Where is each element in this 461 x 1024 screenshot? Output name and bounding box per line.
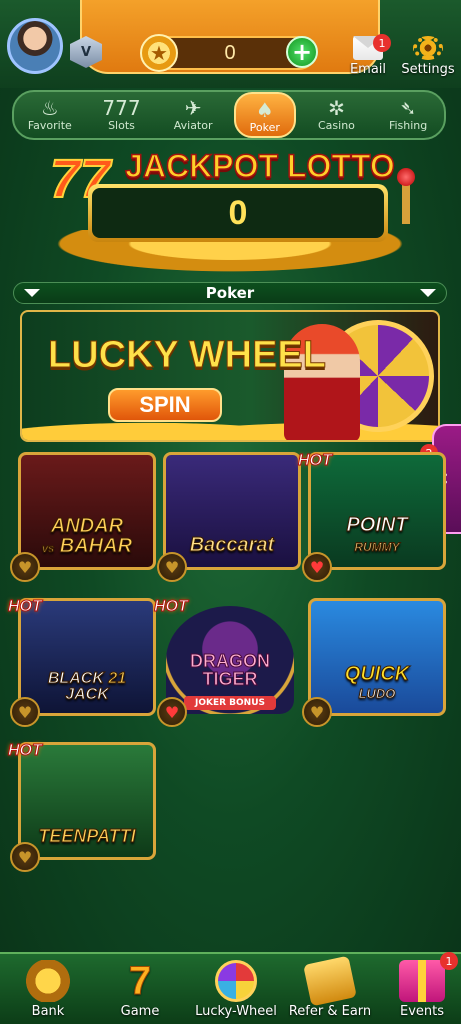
seven-icon: 7 <box>128 959 152 1003</box>
game-name: JACK <box>65 686 110 703</box>
tab-label: Fishing <box>388 119 428 132</box>
tab-label: Aviator <box>173 119 213 132</box>
jackpot-panel: 77 JACKPOT LOTTO 0 <box>30 147 430 276</box>
chevron-down-icon <box>24 289 40 297</box>
top-bar: V ★ 0 + Email 1 Settings <box>0 0 461 88</box>
email-label: Email <box>349 62 387 77</box>
game-name: POINT <box>346 514 408 536</box>
game-name: TEENPATTI <box>38 826 136 847</box>
tab-poker[interactable]: ♠ Poker <box>233 92 296 138</box>
favorite-heart-icon[interactable]: ♥ <box>10 842 40 872</box>
jackpot-title: JACKPOT LOTTO <box>124 147 395 185</box>
vault-icon <box>25 960 71 1002</box>
nav-label: Refer & Earn <box>288 1004 372 1019</box>
favorite-heart-icon[interactable]: ♥ <box>10 697 40 727</box>
cards-icon: ♠ <box>255 98 274 122</box>
tab-label: Slots <box>108 119 135 132</box>
coin-balance: 0 <box>224 42 236 64</box>
tab-casino[interactable]: ✲ Casino <box>305 92 367 138</box>
jackpot-board: 0 <box>88 184 388 242</box>
settings-button[interactable]: Settings <box>399 36 457 77</box>
slot-lever-icon <box>397 168 415 224</box>
lucky-wheel-banner[interactable]: LUCKY WHEEL SPIN <box>20 310 440 442</box>
tab-favorite[interactable]: ♨ Favorite <box>19 92 81 138</box>
section-title: Poker <box>205 284 255 302</box>
hot-badge: HOT <box>8 742 43 760</box>
category-tabs: ♨ Favorite 777 Slots ✈ Aviator ♠ Poker ✲… <box>12 90 446 140</box>
nav-label: Events <box>399 1004 444 1019</box>
game-name: BLACK <box>47 670 104 687</box>
game-tile-dragon-tiger[interactable]: DRAGON TIGER JOKER BONUS <box>166 606 294 714</box>
game-tile-baccarat[interactable]: Baccarat <box>163 452 301 570</box>
section-selector[interactable]: Poker <box>13 282 447 304</box>
favorite-heart-icon[interactable]: ♥ <box>10 552 40 582</box>
fish-icon: ➴ <box>399 96 417 120</box>
spin-button[interactable]: SPIN <box>108 388 222 422</box>
favorite-heart-icon[interactable]: ♥ <box>302 552 332 582</box>
bottom-nav: Bank 7 Game Lucky-Wheel Refer & Earn Eve… <box>0 952 461 1024</box>
tab-aviator[interactable]: ✈ Aviator <box>162 92 224 138</box>
nav-game[interactable]: 7 Game <box>100 959 180 1020</box>
game-name: ANDAR <box>50 515 124 537</box>
seven-icon: 777 <box>102 96 141 120</box>
tab-slots[interactable]: 777 Slots <box>90 92 152 138</box>
avatar[interactable] <box>7 18 63 74</box>
flame-icon: ♨ <box>40 96 59 120</box>
hot-badge: HOT <box>298 452 333 470</box>
tab-label: Favorite <box>27 119 72 132</box>
nav-refer-earn[interactable]: Refer & Earn <box>284 955 376 1019</box>
game-name: DRAGON <box>190 651 271 671</box>
favorite-heart-icon[interactable]: ♥ <box>157 697 187 727</box>
game-name: Baccarat <box>189 534 275 557</box>
jackpot-value: 0 <box>92 188 384 238</box>
game-number: 21 <box>108 670 127 687</box>
game-name: BAHAR <box>59 535 133 557</box>
favorite-heart-icon[interactable]: ♥ <box>302 697 332 727</box>
rocket-icon: ✈ <box>184 96 202 120</box>
gear-icon <box>413 36 443 60</box>
coin-icon: ★ <box>140 34 178 72</box>
banner-title: LUCKY WHEEL <box>48 334 327 377</box>
game-tile-andar-bahar[interactable]: ANDAR vs BAHAR <box>18 452 156 570</box>
add-coins-button[interactable]: + <box>286 36 318 68</box>
email-badge: 1 <box>373 34 391 52</box>
events-badge: 1 <box>440 952 458 970</box>
settings-label: Settings <box>401 62 455 77</box>
game-name: RUMMY <box>354 540 400 555</box>
game-name-connector: vs <box>41 543 55 556</box>
game-subtitle: JOKER BONUS <box>184 696 276 710</box>
game-name: TIGER <box>202 669 258 689</box>
chip-icon: ✲ <box>328 96 345 120</box>
game-tile-quick-ludo[interactable]: QUICK LUDO <box>308 598 446 716</box>
game-name: QUICK <box>344 663 410 685</box>
hot-badge: HOT <box>154 598 189 616</box>
nav-label: Lucky-Wheel <box>195 1004 277 1019</box>
nav-lucky-wheel[interactable]: Lucky-Wheel <box>190 960 282 1019</box>
chevron-down-icon <box>419 289 436 297</box>
nav-label: Bank <box>31 1004 65 1019</box>
nav-bank[interactable]: Bank <box>8 960 88 1019</box>
tab-label: Casino <box>317 119 355 132</box>
envelope-icon <box>303 955 357 1007</box>
hot-badge: HOT <box>8 598 43 616</box>
tab-label: Poker <box>249 121 280 134</box>
nav-label: Game <box>120 1004 160 1019</box>
game-name: LUDO <box>358 686 396 702</box>
favorite-heart-icon[interactable]: ♥ <box>157 552 187 582</box>
tab-fishing[interactable]: ➴ Fishing <box>377 92 439 138</box>
wheel-icon <box>215 960 257 1002</box>
gift-icon <box>399 960 445 1002</box>
